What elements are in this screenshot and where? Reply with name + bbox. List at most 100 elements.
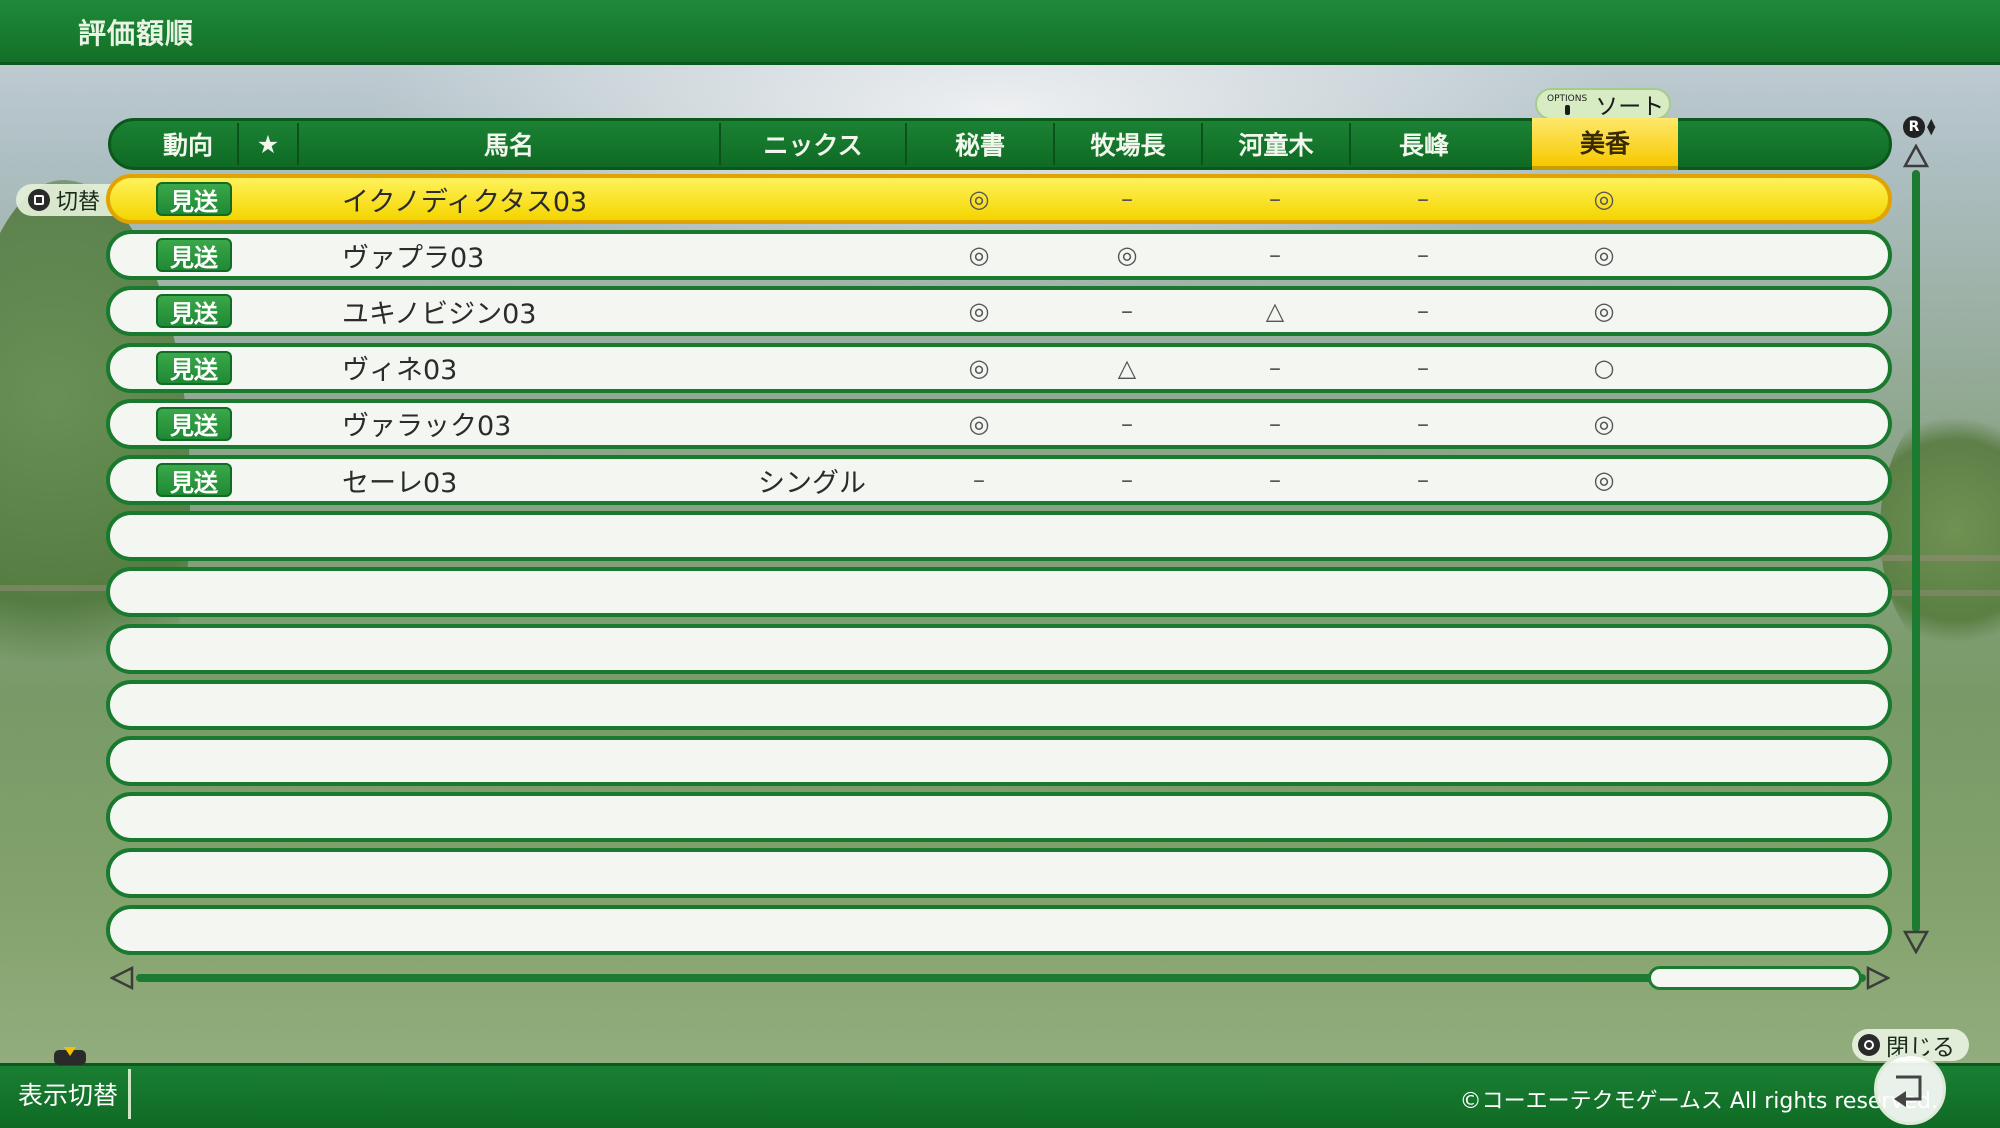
scroll-right-icon[interactable] (1866, 965, 1891, 994)
evaluation-mark: – (1121, 297, 1133, 326)
evaluation-mark: – (1417, 353, 1429, 382)
table-row[interactable]: 見送 イクノディクタス03 ◎ – – – ◎ (106, 174, 1892, 224)
evaluation-mark: – (973, 466, 985, 494)
nicks-value (720, 403, 904, 445)
status-badge[interactable]: 見送 (156, 238, 232, 273)
horse-name: セーレ03 (342, 467, 458, 499)
evaluation-mark: – (1121, 409, 1133, 438)
back-icon[interactable] (1874, 1053, 1946, 1125)
empty-row[interactable] (106, 511, 1892, 562)
background-fence (1880, 555, 2000, 561)
horse-name: ヴィネ03 (342, 355, 458, 387)
evaluation-mark: ◎ (968, 353, 990, 382)
evaluation-mark: – (1269, 409, 1281, 438)
table-row[interactable]: 見送 ヴィネ03 ◎ △ – – ○ (106, 342, 1892, 393)
scroll-left-icon[interactable] (109, 965, 134, 994)
column-header-horse-name[interactable]: 馬名 (299, 121, 719, 167)
nicks-value (720, 290, 904, 332)
horse-name: ヴァラック03 (342, 411, 512, 443)
r-stick-indicator: R ▲ ▼ (1903, 116, 1935, 138)
background-tree-right (1880, 400, 2000, 660)
column-header-status[interactable]: 動向 (139, 121, 237, 167)
horizontal-scroll-thumb[interactable] (1648, 966, 1862, 990)
evaluation-mark: ◎ (968, 185, 990, 213)
top-bar: 評価額順 (0, 0, 2000, 65)
nicks-value (720, 178, 904, 220)
evaluation-mark: △ (1117, 353, 1137, 382)
square-button-icon (28, 189, 50, 211)
evaluation-mark: – (1121, 185, 1133, 213)
background-fence (1880, 590, 2000, 596)
evaluation-mark: – (1417, 185, 1429, 213)
evaluation-mark: △ (1265, 297, 1285, 326)
empty-row[interactable] (106, 904, 1892, 955)
table-row[interactable]: 見送 セーレ03 シングル – – – – ◎ (106, 455, 1892, 505)
table-header: 動向 ★ 馬名 ニックス 秘書 牧場長 河童木 長峰 美香 (108, 118, 1892, 170)
options-label: OPTIONS (1547, 93, 1588, 104)
horse-name: ユキノビジン03 (342, 298, 537, 330)
evaluation-mark: – (1417, 466, 1429, 494)
evaluation-mark: ◎ (1116, 241, 1138, 270)
evaluation-mark: – (1269, 241, 1281, 270)
status-badge[interactable]: 見送 (156, 294, 232, 329)
column-header-star[interactable]: ★ (239, 121, 297, 167)
empty-row[interactable] (106, 792, 1892, 843)
nicks-value: シングル (758, 467, 866, 499)
copyright-text: ©コーエーテクモゲームス All rights reserved. (1459, 1089, 1938, 1114)
horse-name: イクノディクタス03 (342, 186, 588, 218)
horizontal-scrollbar[interactable] (136, 974, 1866, 982)
background-fence (0, 585, 110, 591)
column-header-nicks[interactable]: ニックス (721, 121, 905, 167)
empty-row[interactable] (106, 679, 1892, 730)
scroll-up-icon[interactable] (1902, 143, 1930, 172)
evaluation-mark: ◎ (1593, 185, 1615, 213)
evaluation-mark: ◎ (968, 409, 990, 438)
evaluation-mark: ○ (1593, 353, 1615, 382)
evaluation-mark: ◎ (968, 241, 990, 270)
vertical-scrollbar[interactable] (1912, 170, 1920, 932)
scroll-down-icon[interactable] (1902, 930, 1930, 958)
evaluation-mark: – (1269, 466, 1281, 494)
column-header-secretary[interactable]: 秘書 (907, 121, 1053, 167)
updown-arrows-icon: ▲ ▼ (1927, 116, 1936, 137)
view-toggle-button[interactable]: 表示切替 (8, 1069, 132, 1119)
touchpad-down-icon (53, 1044, 87, 1066)
sort-label: ソート (1595, 94, 1665, 120)
empty-row[interactable] (106, 567, 1892, 618)
options-pill-icon (1564, 104, 1570, 115)
page-title: 評価額順 (78, 17, 195, 50)
column-header-ranch-manager[interactable]: 牧場長 (1055, 121, 1201, 167)
circle-button-icon (1858, 1034, 1880, 1056)
evaluation-mark: – (1417, 297, 1429, 326)
evaluation-mark: ◎ (1593, 297, 1615, 326)
empty-row[interactable] (106, 736, 1892, 786)
nicks-value (720, 347, 904, 389)
column-header-mika[interactable]: 美香 (1532, 118, 1678, 170)
evaluation-mark: – (1417, 241, 1429, 270)
switch-label: 切替 (56, 190, 101, 215)
table-row[interactable]: 見送 ヴァラック03 ◎ – – – ◎ (106, 398, 1892, 449)
evaluation-mark: – (1269, 185, 1281, 213)
evaluation-mark: ◎ (1593, 409, 1615, 438)
status-badge[interactable]: 見送 (156, 406, 232, 441)
column-header-nagamine[interactable]: 長峰 (1351, 121, 1497, 167)
column-header-kappagi[interactable]: 河童木 (1203, 121, 1349, 167)
table-row[interactable]: 見送 ヴァプラ03 ◎ ◎ – – ◎ (106, 230, 1892, 281)
evaluation-mark: ◎ (968, 297, 990, 326)
table-row[interactable]: 見送 ユキノビジン03 ◎ – △ – ◎ (106, 286, 1892, 337)
empty-row[interactable] (106, 623, 1892, 674)
evaluation-mark: – (1417, 409, 1429, 438)
status-badge[interactable]: 見送 (156, 350, 232, 385)
status-badge[interactable]: 見送 (156, 463, 232, 497)
evaluation-mark: – (1269, 353, 1281, 382)
evaluation-mark: – (1121, 466, 1133, 494)
horse-name: ヴァプラ03 (342, 242, 485, 274)
options-button-icon: OPTIONS (1547, 94, 1587, 115)
r-button-icon: R (1903, 116, 1925, 138)
sort-button[interactable]: OPTIONS ソート (1535, 88, 1671, 120)
evaluation-mark: ◎ (1593, 241, 1615, 270)
nicks-value (720, 234, 904, 276)
evaluation-mark: ◎ (1593, 466, 1615, 494)
status-badge[interactable]: 見送 (156, 182, 232, 216)
empty-row[interactable] (106, 848, 1892, 899)
